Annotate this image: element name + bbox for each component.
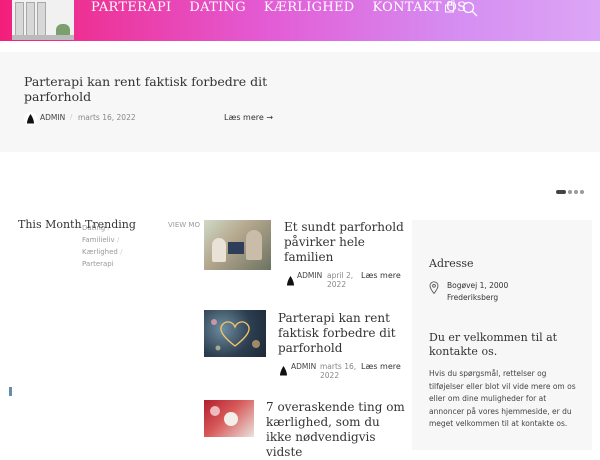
- thumbnail-figure: [246, 230, 262, 260]
- view-more-link[interactable]: VIEW MO: [168, 221, 200, 229]
- author-avatar-icon: [280, 366, 287, 376]
- read-more-link[interactable]: Læs mere: [361, 271, 401, 280]
- slider-dot[interactable]: [580, 190, 584, 194]
- heart-lights-image: [211, 319, 260, 351]
- contact-sidebar: Adresse Bogøvej 1, 2000 Frederiksberg Du…: [412, 220, 592, 450]
- logo-floor: [12, 35, 74, 40]
- thumbnail-figure: [212, 238, 226, 262]
- trending-section-title: This Month Trending: [18, 218, 136, 231]
- thumbnail-figure: [224, 412, 238, 426]
- post-date: marts 16, 2022: [78, 113, 136, 122]
- slider-dot[interactable]: [574, 190, 578, 194]
- read-more-link[interactable]: Læs mere →: [224, 113, 273, 122]
- category-link-kaerlighed[interactable]: Kærlighed: [82, 248, 118, 256]
- post-author[interactable]: ADMIN: [297, 271, 322, 280]
- site-header: PARTERAPI DATING KÆRLIGHED KONTAKT OS 0: [0, 0, 600, 41]
- post-date: marts 16, 2022: [320, 362, 357, 380]
- site-logo[interactable]: [12, 0, 74, 40]
- logo-window-pane: [15, 2, 24, 36]
- thumbnail-tablet: [228, 242, 244, 254]
- address-block: Bogøvej 1, 2000 Frederiksberg: [447, 280, 508, 304]
- category-link-familieliv[interactable]: Familieliv: [82, 236, 115, 244]
- meta-separator: /: [70, 113, 73, 121]
- author-avatar-icon: [24, 112, 37, 125]
- post-author[interactable]: ADMIN: [40, 113, 65, 122]
- post-thumbnail[interactable]: [204, 310, 266, 357]
- logo-window-pane: [26, 2, 35, 36]
- featured-post-title[interactable]: Parterapi kan rent faktisk forbedre dit …: [24, 74, 294, 104]
- post-title[interactable]: 7 overaskende ting om kærlighed, som du …: [266, 400, 406, 460]
- slider-dot[interactable]: [568, 190, 572, 194]
- address-line: Frederiksberg: [447, 293, 499, 302]
- welcome-heading: Du er velkommen til at kontakte os.: [429, 331, 558, 358]
- logo-window-pane: [37, 2, 46, 36]
- map-pin-icon: [429, 281, 439, 294]
- post-thumbnail[interactable]: [204, 220, 271, 270]
- category-separator: /: [116, 236, 120, 244]
- post-date: april 2, 2022: [327, 271, 354, 289]
- scroll-marker: [9, 387, 12, 396]
- address-line: Bogøvej 1, 2000: [447, 281, 509, 290]
- read-more-link[interactable]: Læs mere: [361, 362, 401, 371]
- nav-item-parterapi[interactable]: PARTERAPI: [91, 0, 171, 19]
- thumbnail-flower: [210, 406, 220, 416]
- main-nav: PARTERAPI DATING KÆRLIGHED KONTAKT OS: [91, 0, 484, 19]
- slider-dot-active[interactable]: [556, 190, 566, 194]
- nav-item-dating[interactable]: DATING: [189, 0, 245, 19]
- post-thumbnail[interactable]: [204, 400, 254, 437]
- featured-slider: Parterapi kan rent faktisk forbedre dit …: [0, 52, 600, 152]
- category-link-parterapi[interactable]: Parterapi: [82, 260, 114, 268]
- welcome-text: Hvis du spørgsmål, rettelser og tilføjel…: [429, 369, 576, 428]
- cart-count-badge: 0: [451, 0, 455, 6]
- search-icon[interactable]: [462, 1, 478, 17]
- author-avatar-icon: [287, 276, 294, 286]
- address-heading: Adresse: [429, 257, 474, 270]
- post-title[interactable]: Et sundt parforhold påvirker hele famili…: [284, 220, 406, 265]
- slider-pagination: [556, 190, 586, 194]
- post-author[interactable]: ADMIN: [291, 362, 316, 371]
- category-separator: /: [120, 248, 123, 256]
- nav-item-kaerlighed[interactable]: KÆRLIGHED: [264, 0, 355, 19]
- post-title[interactable]: Parterapi kan rent faktisk forbedre dit …: [278, 311, 404, 356]
